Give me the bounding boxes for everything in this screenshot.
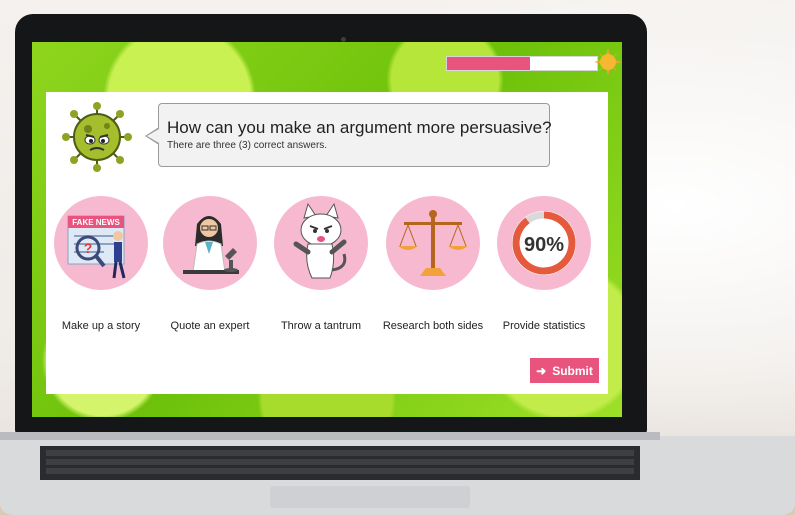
angry-cat-icon xyxy=(293,202,347,279)
option-circle[interactable]: FAKE NEWS ? xyxy=(54,196,148,290)
scientist-icon xyxy=(183,216,239,274)
speech-bubble-tail-fill xyxy=(147,129,159,143)
statistic-value: 90% xyxy=(524,234,564,256)
submit-label: Submit xyxy=(552,363,593,378)
option-label: Provide statistics xyxy=(502,320,586,332)
option-quote-an-expert[interactable]: Quote an expert xyxy=(155,196,265,336)
answer-hint: There are three (3) correct answers. xyxy=(167,140,328,151)
speech-bubble: How can you make an argument more persua… xyxy=(158,103,552,167)
progress-fill xyxy=(447,57,530,70)
laptop-screen: How can you make an argument more persua… xyxy=(32,42,622,417)
sun-icon xyxy=(594,48,622,76)
option-circle[interactable] xyxy=(163,196,257,290)
fake-news-badge: FAKE NEWS xyxy=(72,218,120,227)
option-research-both-sides[interactable]: Research both sides xyxy=(378,196,488,336)
option-label: Throw a tantrum xyxy=(280,320,362,332)
virus-character-icon xyxy=(62,102,132,172)
balance-scale-icon xyxy=(398,210,468,276)
percentage-gauge-icon: 90% xyxy=(512,211,576,275)
question-text: How can you make an argument more persua… xyxy=(167,118,552,137)
fake-news-icon: FAKE NEWS ? xyxy=(67,215,126,279)
option-provide-statistics[interactable]: 90% Provide statistics xyxy=(489,196,599,336)
svg-text:?: ? xyxy=(84,240,93,256)
option-make-up-a-story[interactable]: FAKE NEWS ? Make up a story xyxy=(46,196,156,336)
arrow-right-icon: ➜ xyxy=(536,363,547,378)
laptop-keyboard-base xyxy=(0,432,795,515)
option-circle[interactable]: 90% xyxy=(497,196,591,290)
submit-button[interactable]: ➜ Submit xyxy=(530,358,599,383)
option-circle[interactable] xyxy=(274,196,368,290)
option-circle[interactable] xyxy=(386,196,480,290)
option-throw-a-tantrum[interactable]: Throw a tantrum xyxy=(266,196,376,336)
quiz-panel: How can you make an argument more persua… xyxy=(46,92,608,394)
progress-bar xyxy=(446,56,598,71)
